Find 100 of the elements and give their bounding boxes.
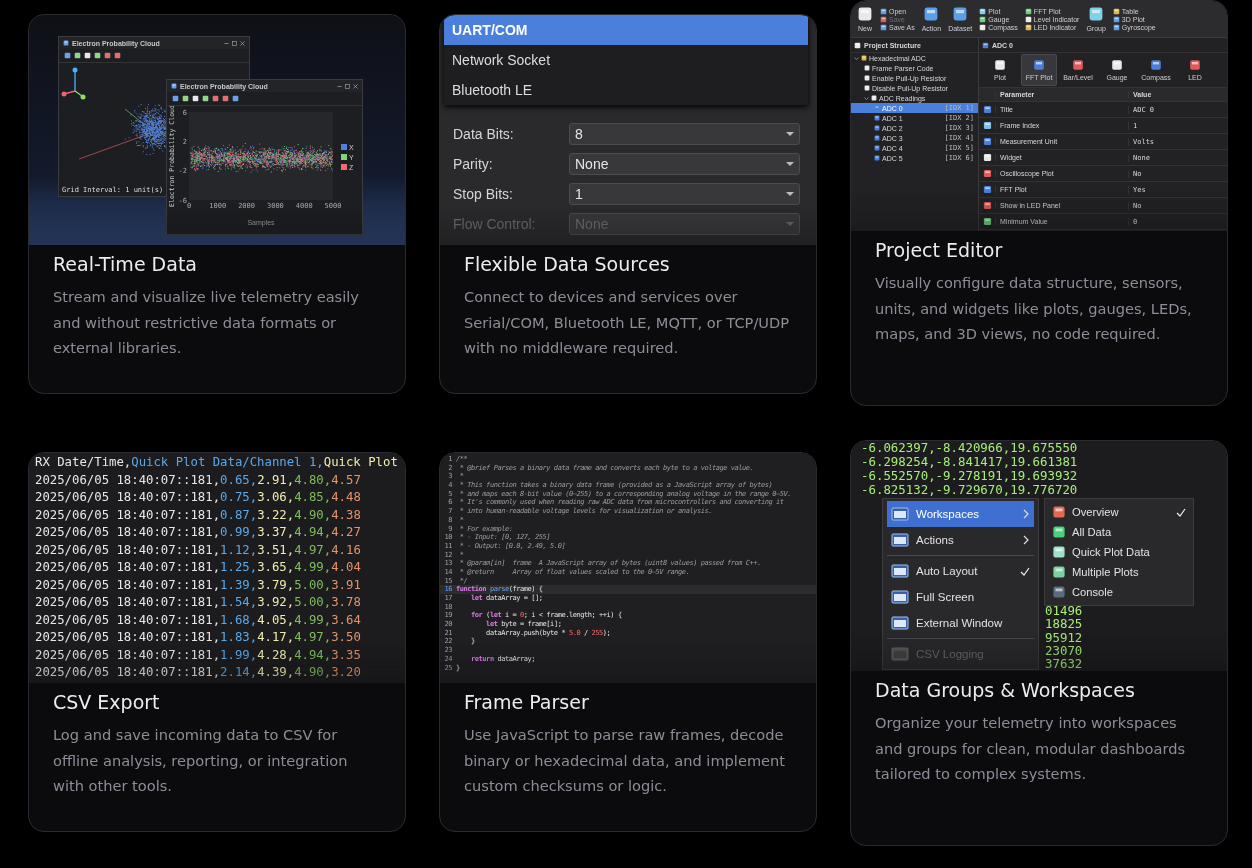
minimize-icon[interactable] [224,40,229,46]
card-title: CSV Export [53,691,161,713]
console-line: -6.062397,-8.420966,19.675550 [861,441,1079,455]
tile-icon [982,153,992,162]
caret-icon [786,161,794,167]
tile-icon [982,201,992,210]
tile-icon [874,105,880,111]
console-line: 95912 [1045,630,1083,644]
chevron-icon[interactable] [864,95,869,101]
maximize-icon[interactable] [232,40,237,46]
menu-item[interactable]: Console [1049,582,1189,602]
csv-line: 2025/06/05 18:40:07::181,0.99,3.37,4.94,4.27 [35,524,361,541]
app-icon [171,83,177,89]
chevron-icon [1023,509,1030,519]
maximize-icon[interactable] [345,83,350,89]
tile-icon [1052,545,1066,559]
card-description: Stream and visualize live telemetry easily and without restrictive data formats or external libraries. [53,287,360,358]
csv-line: 2025/06/05 18:40:07::181,1.54,3.92,5.00,3.78 [35,594,361,611]
menu-item[interactable]: External Window [887,610,1034,636]
tile-icon [861,55,867,61]
console-line: -6.825132,-9.729670,19.776720 [861,483,1079,497]
csv-line: 2025/06/05 18:40:07::181,1.12,3.51,4.97,4.16 [35,541,361,559]
tile-icon [1052,505,1066,519]
tile-icon [923,6,940,22]
menu-item[interactable]: Quick Plot Data [1049,542,1189,562]
check-icon [1176,507,1186,517]
tile-icon [864,75,870,81]
card-title: Flexible Data Sources [464,253,671,275]
field-label: Stop Bits: [453,186,514,202]
tile-icon [857,6,873,22]
tile-icon [854,41,861,49]
tile-icon [874,125,880,131]
tile-icon [982,217,992,226]
console-line: -6.298254,-8.841417,19.661381 [861,455,1079,469]
console-line: 18825 [1045,617,1083,631]
tile-icon [871,95,877,101]
tile-icon [874,115,880,121]
csv-line: 2025/06/05 18:40:07::181,1.83,4.17,4.97,3.50 [35,629,361,646]
card-title: Frame Parser [464,691,590,713]
csv-line: 2025/06/05 18:40:07::181,1.25,3.65,4.99,4.04 [35,559,361,576]
field-label: Flow Control: [453,216,537,232]
csv-line: 2025/06/05 18:40:07::181,0.65,2.91,4.80,4.57 [35,471,361,489]
menu-item[interactable]: Actions [887,527,1034,553]
card-description: Visually configure data structure, sensors, units, and widgets like plots, gauges, LEDs, maps, and 3D views, no code required. [875,273,1193,344]
card-description: Log and save incoming data to CSV for offline analysis, reporting, or integration with other tools. [53,725,349,796]
check-icon [1020,566,1030,576]
field-label: Data Bits: [453,126,515,142]
tile-icon [1111,59,1123,71]
menu-item[interactable]: Auto Layout [887,558,1034,584]
tile-icon [952,6,969,22]
tile-icon [982,121,992,130]
tile-icon [982,169,992,178]
card-title: Project Editor [875,239,1004,261]
window-icon [891,532,909,548]
card-description: Use JavaScript to parse raw frames, decode binary or hexadecimal data, and implement custom checksums or logic. [464,725,787,796]
csv-line: 2025/06/05 18:40:07::181,0.75,3.06,4.85,4.48 [35,489,361,506]
caret-icon [786,221,794,227]
window-icon [891,589,909,605]
tile-icon [1052,565,1066,579]
tile-icon [1072,59,1084,71]
console-line: -6.552570,-9.278191,19.693932 [861,469,1079,483]
window-icon [891,646,909,662]
tile-icon [994,59,1006,71]
dropdown-option[interactable]: UART/COM [444,15,808,45]
caret-icon [786,191,794,197]
tile-icon [982,41,989,49]
chevron-icon [1023,535,1030,545]
tile-icon [982,137,992,146]
csv-line: 2025/06/05 18:40:07::181,1.39,3.79,5.00,3.91 [35,576,361,594]
caret-icon [786,131,794,137]
csv-line: 2025/06/05 18:40:07::181,0.87,3.22,4.90,4.38 [35,506,361,524]
dropdown-field[interactable]: 8 [569,123,800,145]
csv-header-line: RX Date/Time,Quick Plot Data/Channel 1,Quick Plot [35,454,398,471]
window-icon [891,563,909,579]
minimize-icon[interactable] [337,83,342,89]
tile-icon [1150,59,1162,71]
menu-item[interactable]: Workspaces [887,501,1034,527]
menu-item[interactable]: Multiple Plots [1049,562,1189,582]
window-icon [891,506,909,522]
tile-icon [864,65,870,71]
card-title: Real-Time Data [53,253,198,275]
csv-line: 2025/06/05 18:40:07::181,2.14,4.39,4.90,3.20 [35,664,361,681]
tile-icon [1189,59,1201,71]
tile-icon [874,155,880,161]
menu-item[interactable]: All Data [1049,522,1189,542]
dropdown-field[interactable]: 1 [569,183,800,205]
app-icon [63,40,69,46]
dropdown-option[interactable]: Bluetooth LE [444,75,808,105]
console-line: 23070 [1045,643,1083,658]
close-icon[interactable] [240,40,245,46]
chevron-icon[interactable] [854,55,859,61]
menu-item[interactable]: Full Screen [887,584,1034,610]
dropdown-field[interactable]: None [569,153,800,175]
close-icon[interactable] [353,83,358,89]
dropdown-option[interactable]: Network Socket [444,45,808,75]
tile-icon [1052,585,1066,599]
csv-line: 2025/06/05 18:40:07::181,1.99,4.28,4.94,3.35 [35,646,361,664]
field-label: Parity: [453,156,494,172]
menu-item[interactable]: Overview [1049,502,1189,522]
csv-line: 2025/06/05 18:40:07::181,1.68,4.05,4.99,3.64 [35,611,361,629]
